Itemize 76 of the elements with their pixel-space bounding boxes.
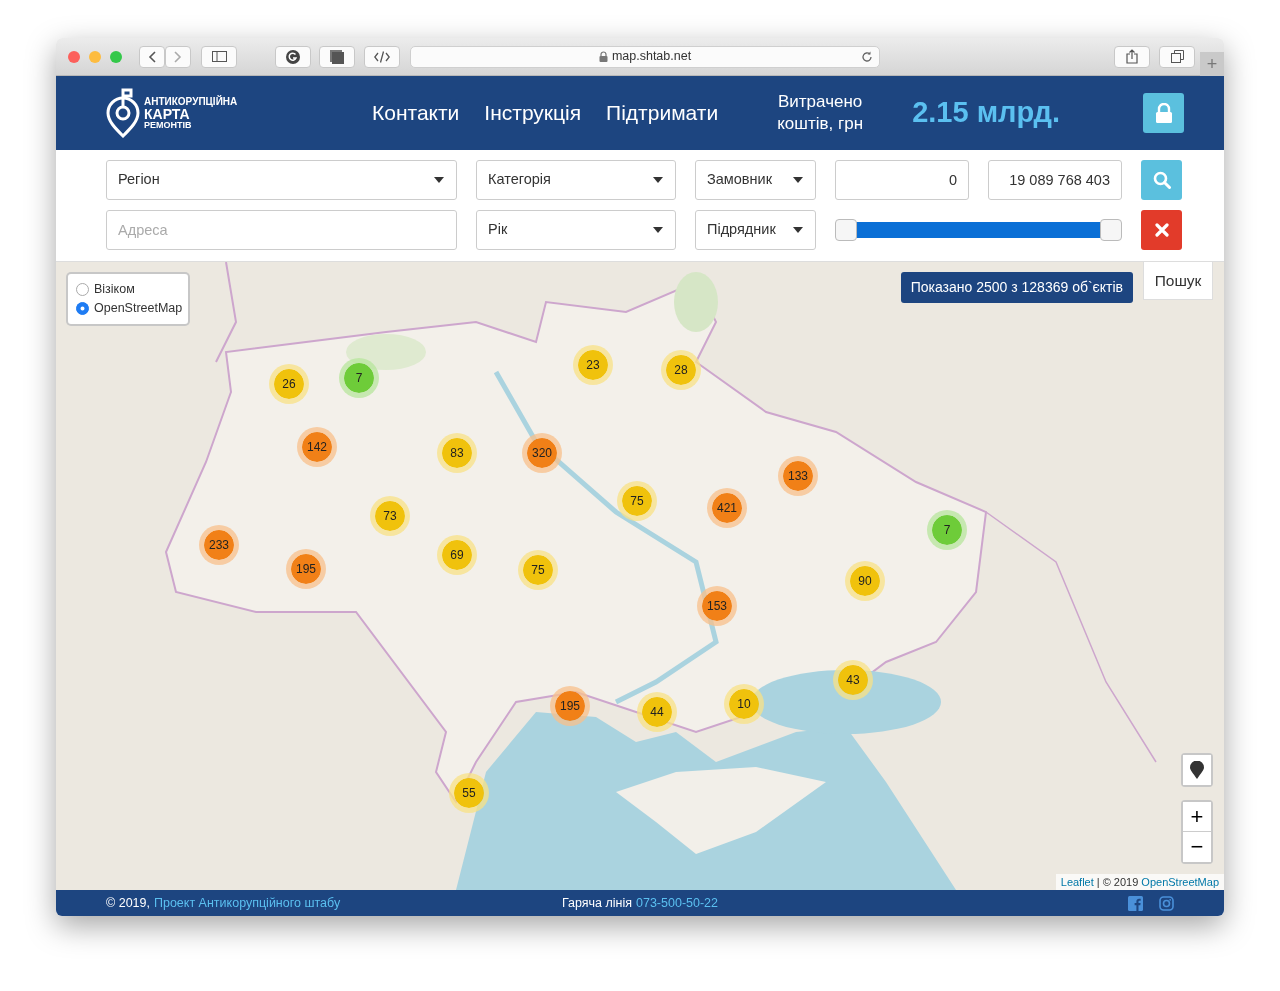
region-select[interactable]: Регіон <box>106 160 457 200</box>
select-value: Рік <box>488 220 508 240</box>
hotline-label: Гаряча лінія <box>561 894 632 912</box>
zoom-in-button[interactable]: + <box>1183 802 1211 832</box>
openstreetmap-link[interactable]: OpenStreetMap <box>1141 873 1219 890</box>
layer-label: OpenStreetMap <box>94 299 183 317</box>
facebook-icon[interactable] <box>1128 895 1143 911</box>
radio-button[interactable] <box>76 282 89 296</box>
select-value: Регіон <box>118 170 160 190</box>
address-field[interactable]: Адреса <box>106 210 457 250</box>
share-icon <box>1126 49 1138 64</box>
select-value: Замовник <box>707 170 772 190</box>
close-icon <box>1154 223 1169 237</box>
squares-icon <box>330 49 344 64</box>
sidebar-icon <box>211 51 227 62</box>
nav-link[interactable]: Контакти <box>372 97 460 129</box>
tabs-icon <box>1170 50 1184 63</box>
chevron-right-icon <box>174 50 182 63</box>
extension-button[interactable] <box>275 45 311 68</box>
login-button[interactable] <box>1143 93 1184 133</box>
caret-icon <box>793 227 803 233</box>
logo-text: КАРТА <box>144 106 190 121</box>
max-amount-field[interactable]: 19 089 768 403 <box>988 160 1122 200</box>
lock-icon <box>598 51 608 62</box>
spent-label: Витрачено коштів, грн <box>776 90 865 135</box>
clear-button[interactable] <box>1141 210 1182 250</box>
amount-range-slider[interactable] <box>835 219 1122 241</box>
caret-icon <box>653 227 663 233</box>
caret-icon <box>434 177 444 183</box>
spent-amount: 2.15 млрд. <box>912 95 1060 131</box>
logo-icon[interactable] <box>106 88 140 138</box>
select-value: Підрядник <box>707 220 776 240</box>
logo-text: АНТИКОРУПЦІЙНА <box>144 96 238 107</box>
caret-icon <box>793 177 803 183</box>
min-amount-field[interactable]: 0 <box>835 160 969 200</box>
logo-text: РЕМОНТІВ <box>144 120 193 130</box>
copyright-text: © 2019, <box>106 894 150 912</box>
locate-button[interactable] <box>1183 755 1211 785</box>
url-text: map.shtab.net <box>611 48 692 66</box>
contractor-select[interactable]: Підрядник <box>695 210 816 250</box>
select-value: Категорія <box>488 170 551 190</box>
customer-select[interactable]: Замовник <box>695 160 816 200</box>
reload-icon[interactable] <box>861 50 873 63</box>
search-button[interactable] <box>1141 160 1182 200</box>
slider-handle[interactable] <box>1100 219 1122 241</box>
back-button[interactable] <box>139 45 165 68</box>
sidebar-button[interactable] <box>201 45 237 68</box>
lock-icon <box>1154 103 1173 123</box>
forward-button[interactable] <box>165 45 191 68</box>
nav-link[interactable]: Підтримати <box>606 97 719 129</box>
share-button[interactable] <box>1114 45 1150 68</box>
grammar-icon <box>286 49 300 64</box>
copyright-text: | © 2019 <box>1096 874 1139 890</box>
pin-icon <box>1190 761 1204 779</box>
search-icon <box>1152 171 1171 189</box>
category-select[interactable]: Категорія <box>476 160 676 200</box>
results-count: Показано 2500 з 128369 об`єктів <box>900 272 1133 303</box>
caret-icon <box>653 177 663 183</box>
radio-button[interactable] <box>76 301 89 315</box>
search-tab[interactable]: Пошук <box>1143 262 1213 300</box>
nav-link[interactable]: Інструкція <box>484 97 582 129</box>
chevron-left-icon <box>148 50 156 63</box>
zoom-button[interactable] <box>110 50 122 63</box>
leaflet-link[interactable]: Leaflet <box>1060 873 1094 890</box>
phone-link[interactable]: 073-500-50-22 <box>636 893 719 913</box>
tabs-button[interactable] <box>1159 45 1195 68</box>
address-bar[interactable]: map.shtab.net <box>410 45 880 68</box>
code-button[interactable] <box>364 45 400 68</box>
year-select[interactable]: Рік <box>476 210 676 250</box>
layer-label: Візіком <box>94 281 135 298</box>
instagram-icon[interactable] <box>1159 895 1174 911</box>
code-icon <box>374 50 390 63</box>
project-link[interactable]: Проект Антикорупційного штабу <box>153 893 341 913</box>
close-button[interactable] <box>68 50 80 63</box>
tab-overview-button[interactable] <box>319 45 355 68</box>
slider-handle[interactable] <box>835 219 857 241</box>
